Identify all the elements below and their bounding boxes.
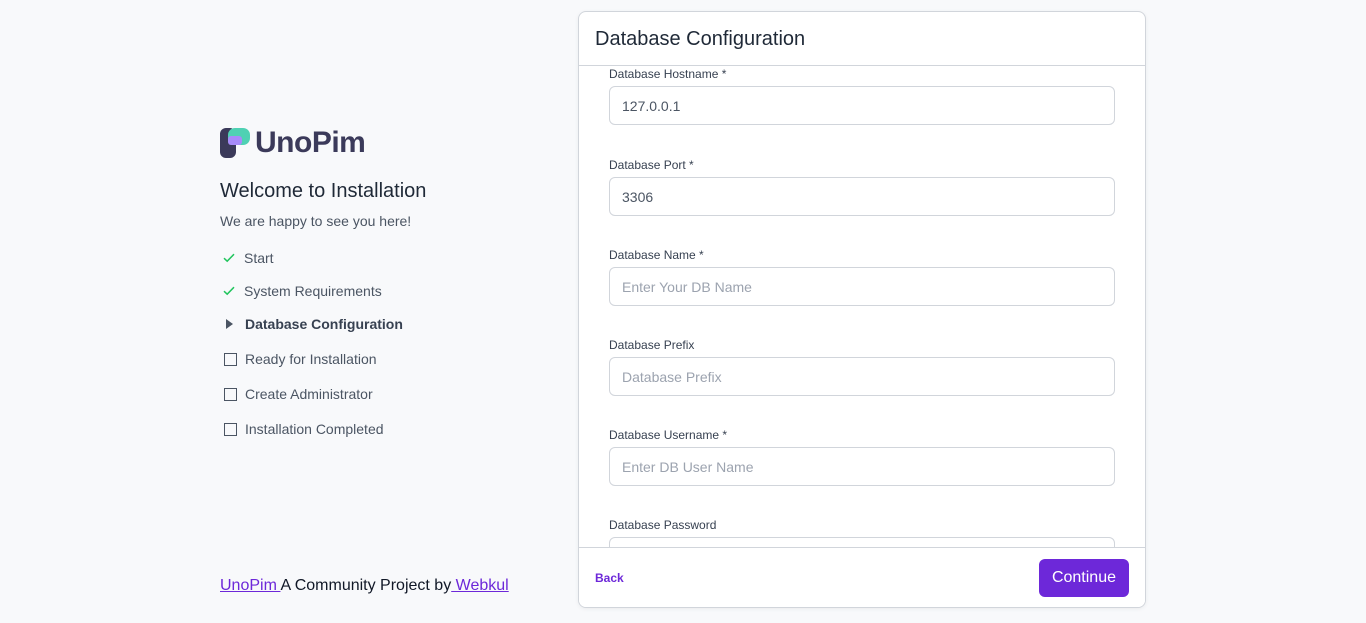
footer-credits: UnoPim A Community Project by Webkul [220,577,509,595]
step-label: System Requirements [244,283,382,299]
port-input[interactable] [609,177,1115,216]
step-ready-for-installation: Ready for Installation [220,348,540,370]
step-database-configuration: Database Configuration [220,314,540,334]
port-label: Database Port * [609,158,694,172]
check-icon [220,282,238,300]
hostname-input[interactable] [609,86,1115,125]
db-name-label: Database Name * [609,248,704,262]
webkul-link[interactable]: Webkul [451,577,509,594]
username-input[interactable] [609,447,1115,486]
step-label: Installation Completed [245,421,384,437]
square-icon [220,385,238,403]
db-name-field: Database Name * [609,248,1115,306]
port-field: Database Port * [609,158,1115,216]
password-label: Database Password [609,518,717,532]
password-field: Database Password [609,518,1115,549]
footer-text: A Community Project by [280,577,452,594]
step-start: Start [220,248,540,268]
triangle-right-icon [220,315,238,333]
intro-panel: UnoPim Welcome to Installation We are ha… [220,126,540,440]
prefix-input[interactable] [609,357,1115,396]
brand-logo: UnoPim [220,126,540,159]
hostname-label: Database Hostname * [609,67,727,81]
welcome-heading: Welcome to Installation [220,180,427,202]
prefix-field: Database Prefix [609,338,1115,396]
continue-button[interactable]: Continue [1038,558,1129,597]
card-footer: Back Continue [579,547,1145,607]
card-header: Database Configuration [579,12,1145,66]
db-name-input[interactable] [609,267,1115,306]
brand-name: UnoPim [255,126,366,159]
step-create-administrator: Create Administrator [220,383,540,405]
prefix-label: Database Prefix [609,338,695,352]
card-title: Database Configuration [595,28,806,50]
username-label: Database Username * [609,428,728,442]
back-button[interactable]: Back [595,571,624,585]
unopim-link[interactable]: UnoPim [220,577,280,594]
install-steps: Start System Requirements Database Confi… [220,248,540,440]
username-field: Database Username * [609,428,1115,486]
unopim-logo-icon [220,128,250,158]
step-system-requirements: System Requirements [220,281,540,301]
step-label: Ready for Installation [245,351,377,367]
square-icon [220,350,238,368]
step-label: Create Administrator [245,386,373,402]
hostname-field: Database Hostname * [609,67,1115,125]
step-label: Database Configuration [245,316,403,332]
check-icon [220,249,238,267]
card-body[interactable]: Database Hostname * Database Port * Data… [579,66,1145,549]
welcome-subtitle: We are happy to see you here! [220,213,412,229]
step-label: Start [244,250,274,266]
database-config-card: Database Configuration Database Hostname… [578,11,1146,608]
square-icon [220,420,238,438]
step-installation-completed: Installation Completed [220,418,540,440]
